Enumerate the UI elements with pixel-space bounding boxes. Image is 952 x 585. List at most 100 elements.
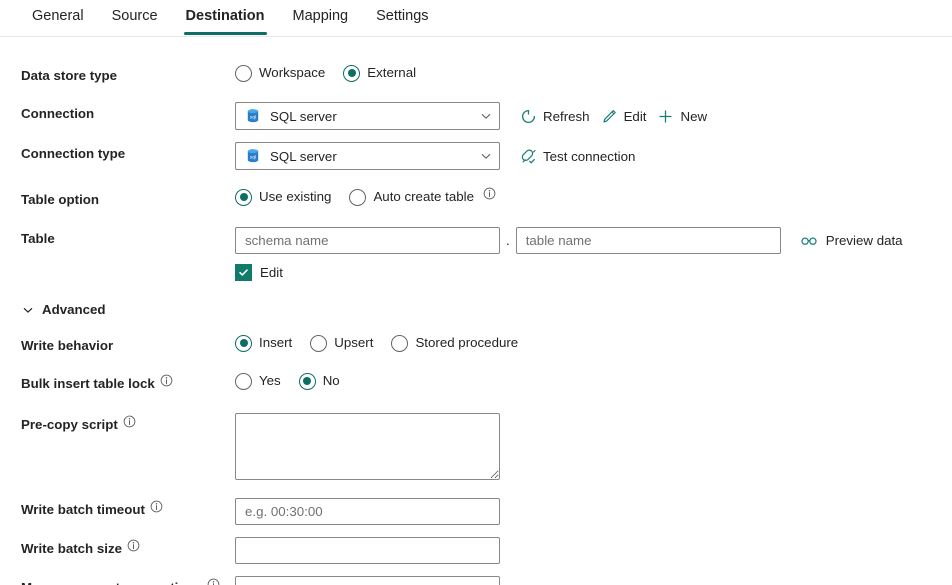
label-write-batch-size: Write batch size (21, 537, 235, 558)
row-table: Table . Preview data (0, 227, 952, 281)
tab-mapping[interactable]: Mapping (279, 0, 363, 35)
schema-name-input[interactable] (235, 227, 500, 254)
radio-workspace-dot (235, 65, 252, 82)
radio-external-label: External (367, 64, 416, 82)
connection-type-value: SQL server (270, 149, 471, 164)
row-max-concurrent-connections: Max concurrent connections (0, 576, 952, 585)
radio-use-existing[interactable]: Use existing (235, 188, 331, 206)
info-icon[interactable] (150, 500, 163, 513)
refresh-button[interactable]: Refresh (518, 106, 599, 127)
row-bulk-insert-table-lock: Bulk insert table lock Yes No (0, 372, 952, 394)
edit-connection-label: Edit (624, 109, 647, 124)
write-batch-size-input[interactable] (235, 537, 500, 564)
tab-source[interactable]: Source (98, 0, 172, 35)
tab-destination[interactable]: Destination (172, 0, 279, 35)
label-connection: Connection (21, 102, 235, 123)
table-name-input[interactable] (516, 227, 781, 254)
radio-workspace-label: Workspace (259, 64, 325, 82)
radio-bulk-lock-no-dot (299, 373, 316, 390)
radio-bulk-lock-yes[interactable]: Yes (235, 372, 281, 390)
radio-bulk-lock-yes-dot (235, 373, 252, 390)
row-write-behavior: Write behavior Insert Upsert Stored proc… (0, 334, 952, 356)
connection-type-dropdown[interactable]: sql SQL server (235, 142, 500, 170)
radio-group-data-store-type: Workspace External (235, 64, 416, 82)
label-bulk-insert-table-lock: Bulk insert table lock (21, 372, 235, 393)
tab-bar: General Source Destination Mapping Setti… (0, 0, 952, 37)
radio-group-table-option: Use existing Auto create table (235, 188, 496, 206)
write-batch-size-control (235, 537, 500, 564)
radio-upsert-dot (310, 335, 327, 352)
test-connection-button[interactable]: Test connection (518, 146, 644, 167)
radio-workspace[interactable]: Workspace (235, 64, 325, 82)
info-icon[interactable] (483, 187, 496, 200)
write-batch-timeout-control (235, 498, 500, 525)
info-icon[interactable] (127, 539, 140, 552)
radio-bulk-lock-yes-label: Yes (259, 372, 281, 390)
row-write-batch-timeout: Write batch timeout (0, 498, 952, 525)
edit-connection-button[interactable]: Edit (599, 106, 656, 127)
pre-copy-script-textarea[interactable] (235, 413, 500, 480)
edit-checkbox[interactable]: Edit (235, 264, 903, 281)
tab-general[interactable]: General (18, 0, 98, 35)
connection-controls: sql SQL server (235, 102, 716, 130)
max-concurrent-connections-input[interactable] (235, 576, 500, 585)
write-batch-timeout-input[interactable] (235, 498, 500, 525)
radio-upsert[interactable]: Upsert (310, 334, 373, 352)
refresh-icon (520, 108, 537, 125)
glasses-icon (800, 232, 818, 250)
refresh-label: Refresh (543, 109, 590, 124)
row-data-store-type: Data store type Workspace External (0, 64, 952, 86)
test-connection-commands: Test connection (518, 146, 644, 167)
pencil-icon (601, 108, 618, 125)
radio-bulk-lock-no-label: No (323, 372, 340, 390)
preview-data-label: Preview data (826, 233, 903, 248)
label-write-behavior: Write behavior (21, 334, 235, 355)
radio-external-dot (343, 65, 360, 82)
row-connection-type: Connection type sql SQL server (0, 142, 952, 170)
plug-icon (520, 148, 537, 165)
svg-text:sql: sql (250, 154, 257, 160)
connection-commands: Refresh Edit (518, 106, 716, 127)
row-connection: Connection sql SQL server (0, 102, 952, 130)
sql-server-icon: sql (245, 108, 261, 124)
advanced-label: Advanced (42, 302, 106, 317)
radio-bulk-lock-no[interactable]: No (299, 372, 340, 390)
chevron-down-icon (22, 304, 34, 316)
info-icon[interactable] (207, 578, 220, 585)
radio-stored-procedure[interactable]: Stored procedure (391, 334, 518, 352)
label-data-store-type: Data store type (21, 64, 235, 85)
radio-auto-create-table[interactable]: Auto create table (349, 188, 496, 206)
label-pre-copy-script: Pre-copy script (21, 413, 235, 434)
edit-checkbox-box (235, 264, 252, 281)
radio-stored-procedure-dot (391, 335, 408, 352)
advanced-section-toggle[interactable]: Advanced (0, 302, 952, 317)
row-pre-copy-script: Pre-copy script (0, 413, 952, 480)
radio-upsert-label: Upsert (334, 334, 373, 352)
chevron-down-icon (480, 150, 492, 162)
connection-type-controls: sql SQL server (235, 142, 644, 170)
label-write-batch-timeout: Write batch timeout (21, 498, 235, 519)
edit-checkbox-label: Edit (260, 265, 283, 280)
radio-stored-procedure-label: Stored procedure (415, 334, 518, 352)
radio-external[interactable]: External (343, 64, 416, 82)
radio-auto-create-table-label: Auto create table (373, 188, 474, 206)
new-connection-button[interactable]: New (655, 106, 716, 127)
table-controls: . Preview data (235, 227, 903, 281)
preview-data-button[interactable]: Preview data (800, 232, 903, 250)
test-connection-label: Test connection (543, 149, 635, 164)
destination-form: Data store type Workspace External Conne… (0, 37, 952, 585)
radio-insert[interactable]: Insert (235, 334, 292, 352)
radio-group-write-behavior: Insert Upsert Stored procedure (235, 334, 518, 352)
radio-insert-dot (235, 335, 252, 352)
info-icon[interactable] (160, 374, 173, 387)
radio-use-existing-dot (235, 189, 252, 206)
connection-dropdown[interactable]: sql SQL server (235, 102, 500, 130)
connection-value: SQL server (270, 109, 471, 124)
tab-settings[interactable]: Settings (362, 0, 442, 35)
info-icon[interactable] (123, 415, 136, 428)
label-table: Table (21, 227, 235, 248)
label-max-concurrent-connections: Max concurrent connections (21, 576, 235, 585)
row-write-batch-size: Write batch size (0, 537, 952, 564)
radio-group-bulk-insert-table-lock: Yes No (235, 372, 340, 390)
row-table-option: Table option Use existing Auto create ta… (0, 188, 952, 210)
